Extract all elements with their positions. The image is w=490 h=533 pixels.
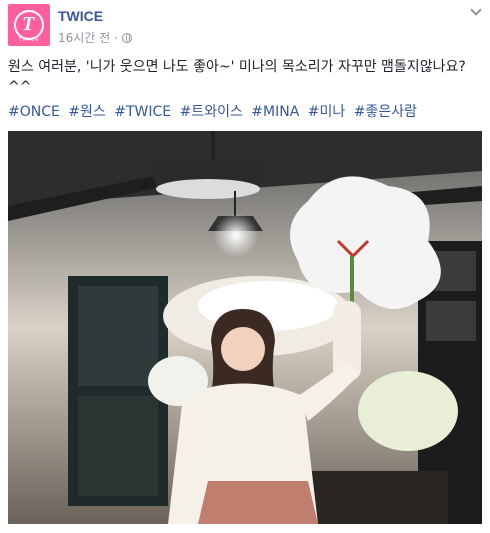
hashtag-link[interactable]: #원스 <box>68 104 106 120</box>
photo-illustration <box>8 131 482 524</box>
hashtag-link[interactable]: #트와이스 <box>180 104 243 120</box>
twice-logo-icon <box>14 10 44 40</box>
hashtag-link[interactable]: #ONCE <box>8 104 60 120</box>
hashtag-link[interactable]: #MINA <box>251 104 299 120</box>
globe-icon[interactable] <box>122 32 133 43</box>
post-header: TWICE TWICE 16시간 전 · <box>8 4 482 48</box>
page-avatar[interactable]: TWICE <box>8 4 50 46</box>
post-text: 원스 여러분, '니가 웃으면 나도 좋아~' 미나의 목소리가 자꾸만 맴돌지… <box>8 59 466 95</box>
post-photo[interactable] <box>8 131 482 524</box>
facebook-post: TWICE TWICE 16시간 전 · 원스 여러분, '니가 웃으면 나도 … <box>0 0 490 533</box>
avatar-label: TWICE <box>18 37 40 43</box>
post-timestamp[interactable]: 16시간 전 <box>58 29 110 46</box>
hashtag-link[interactable]: #미나 <box>308 104 346 120</box>
hashtag-link[interactable]: #좋은사람 <box>354 104 417 120</box>
post-meta: 16시간 전 · <box>58 29 133 46</box>
chevron-down-icon[interactable] <box>470 6 482 16</box>
page-name-link[interactable]: TWICE <box>58 8 103 24</box>
separator-dot: · <box>114 30 119 45</box>
hashtag-list: #ONCE #원스 #TWICE #트와이스 #MINA #미나 #좋은사람 <box>8 102 482 122</box>
hashtag-link[interactable]: #TWICE <box>114 104 171 120</box>
